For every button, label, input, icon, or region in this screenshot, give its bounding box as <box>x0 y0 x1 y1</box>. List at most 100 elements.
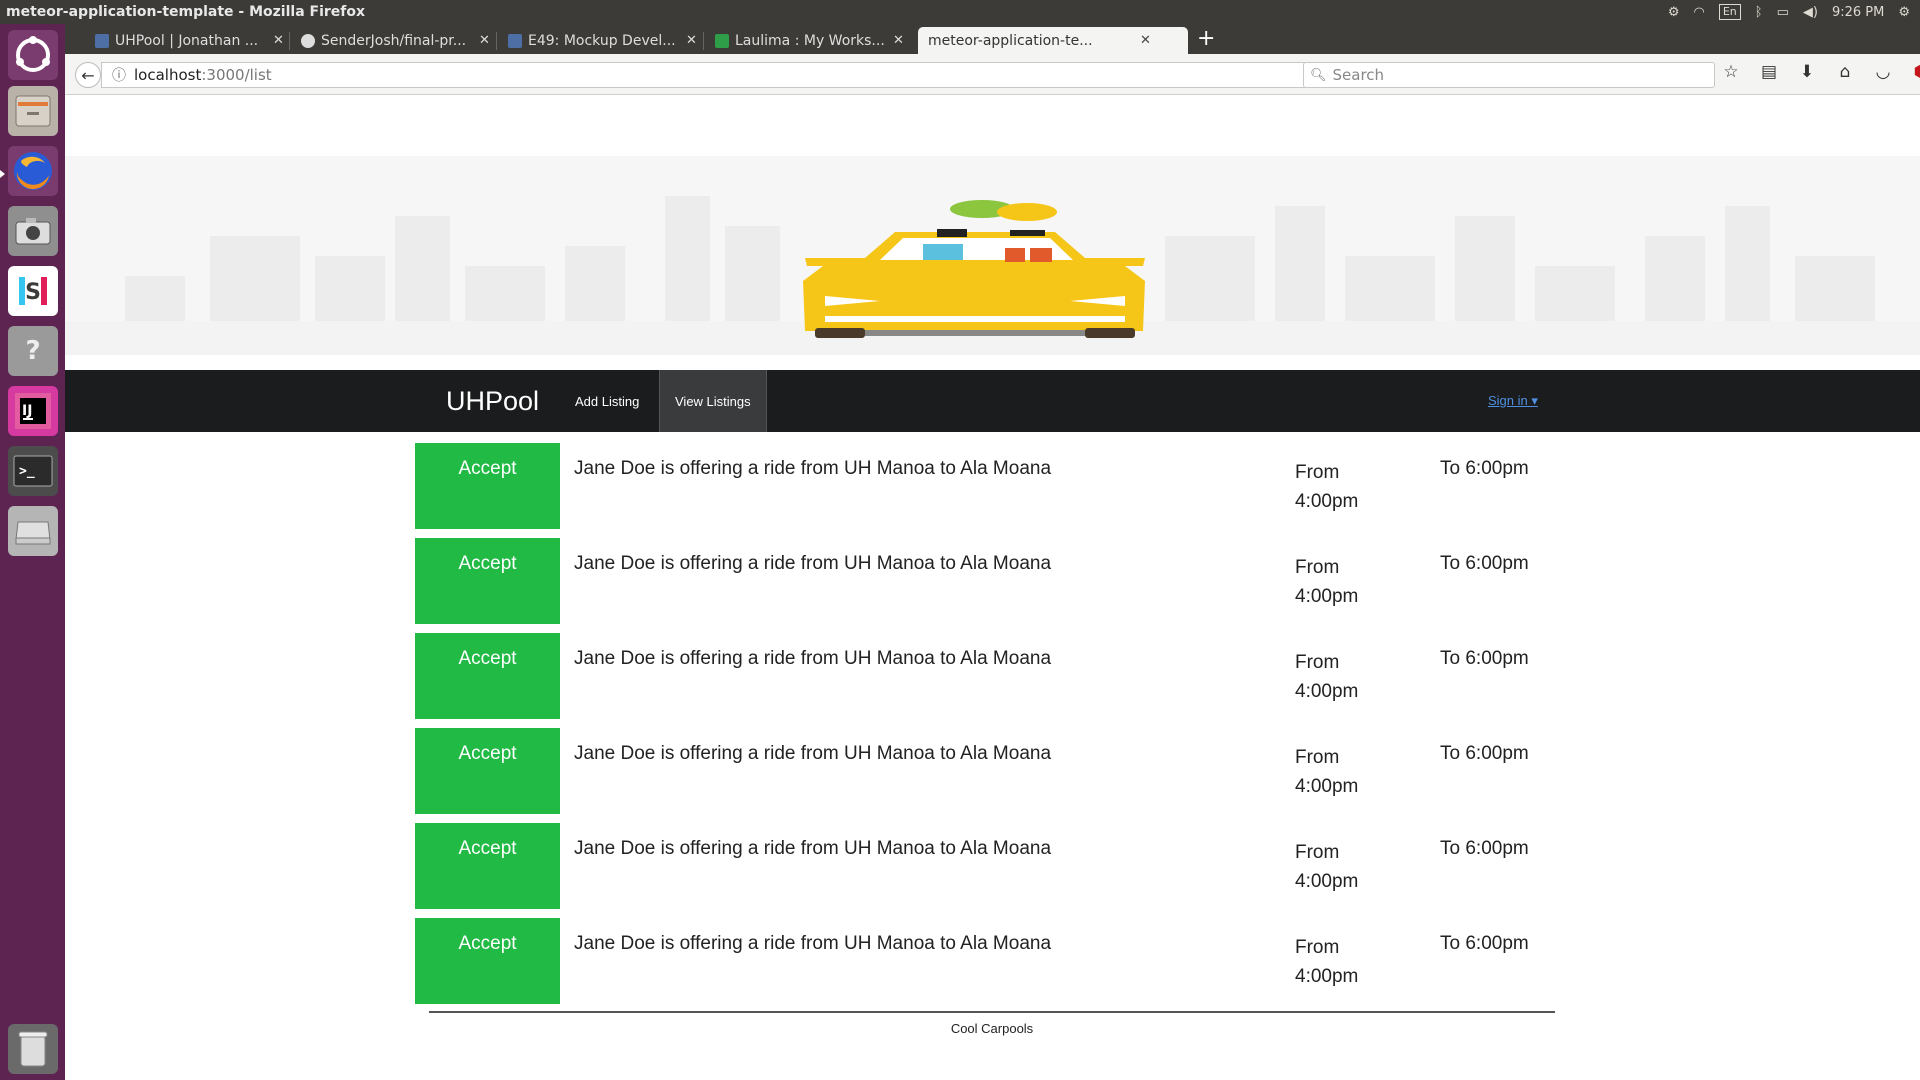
listing-from-time: From 4:00pm <box>1295 842 1359 892</box>
slack-icon[interactable]: S <box>8 266 58 316</box>
svg-text:IJ: IJ <box>22 403 32 419</box>
reading-list-icon[interactable]: ▤ <box>1758 62 1780 82</box>
pocket-icon[interactable]: ◡ <box>1872 62 1894 82</box>
firefox-icon[interactable] <box>8 146 58 196</box>
tab-label: SenderJosh/final-pr... <box>321 32 467 49</box>
listing-description: Jane Doe is offering a ride from UH Mano… <box>574 458 1052 479</box>
browser-toolbar-icons: ☆ ▤ ⬇ ⌂ ◡ ⬢ ☰ <box>1720 62 1920 82</box>
listing-description: Jane Doe is offering a ride from UH Mano… <box>574 933 1052 954</box>
tab-label: Laulima : My Works... <box>735 32 885 49</box>
close-icon[interactable]: ✕ <box>893 33 904 48</box>
footer-text: Cool Carpools <box>950 1021 1034 1036</box>
listing-row: Accept Jane Doe is offering a ride from … <box>415 443 1545 529</box>
info-icon[interactable]: ⓘ <box>112 65 126 85</box>
tab-label: meteor-application-te... <box>928 32 1093 49</box>
browser-tab-active[interactable]: meteor-application-te... ✕ <box>918 27 1188 54</box>
tab-label: UHPool | Jonathan ... <box>115 32 259 49</box>
address-bar[interactable]: ⓘ localhost:3000/list ↻ <box>101 62 1359 88</box>
help-icon[interactable]: ? <box>8 326 58 376</box>
listing-to-time: To 6:00pm <box>1440 838 1529 859</box>
accept-button[interactable]: Accept <box>415 633 560 719</box>
listing-row: Accept Jane Doe is offering a ride from … <box>415 728 1545 814</box>
close-icon[interactable]: ✕ <box>479 33 490 48</box>
svg-text:>_: >_ <box>19 464 35 479</box>
listing-from-time: From 4:00pm <box>1295 557 1359 607</box>
new-tab-plus-icon[interactable]: + <box>1197 26 1215 51</box>
download-icon[interactable]: ⬇ <box>1796 62 1818 82</box>
tab-separator <box>703 32 704 50</box>
listing-row: Accept Jane Doe is offering a ride from … <box>415 823 1545 909</box>
listing-to-time: To 6:00pm <box>1440 648 1529 669</box>
wifi-icon[interactable]: ◠ <box>1694 5 1705 20</box>
nav-add-listing[interactable]: Add Listing <box>575 370 639 432</box>
carpool-car-illustration <box>65 196 1920 355</box>
search-icon: 🔍︎ <box>1310 67 1327 83</box>
listing-description: Jane Doe is offering a ride from UH Mano… <box>574 743 1052 764</box>
tab-label: E49: Mockup Devel... <box>528 32 676 49</box>
camera-icon[interactable] <box>8 206 58 256</box>
sign-in-dropdown[interactable]: Sign in ▾ <box>1488 370 1538 432</box>
listing-row: Accept Jane Doe is offering a ride from … <box>415 918 1545 1004</box>
web-page: UHPool Add Listing View Listings Sign in… <box>65 95 1920 1080</box>
close-icon[interactable]: ✕ <box>273 33 284 48</box>
accept-button[interactable]: Accept <box>415 918 560 1004</box>
tab-separator <box>496 32 497 50</box>
trash-icon[interactable] <box>8 1024 58 1074</box>
ubuntu-logo-icon[interactable] <box>8 30 58 80</box>
laulima-icon <box>715 33 729 48</box>
accept-button[interactable]: Accept <box>415 823 560 909</box>
disk-icon[interactable] <box>8 506 58 556</box>
listing-row: Accept Jane Doe is offering a ride from … <box>415 633 1545 719</box>
browser-toolbar: ← ⓘ localhost:3000/list ↻ 🔍︎ Search ☆ ▤ … <box>65 54 1920 95</box>
bookmark-star-icon[interactable]: ☆ <box>1720 62 1742 82</box>
url-path: :3000/list <box>201 66 272 84</box>
nav-view-listings[interactable]: View Listings <box>659 370 767 432</box>
listing-from-time: From 4:00pm <box>1295 937 1359 987</box>
listing-from-time: From 4:00pm <box>1295 652 1359 702</box>
window-title: meteor-application-template - Mozilla Fi… <box>6 4 366 20</box>
browser-tab[interactable]: E49: Mockup Devel... ✕ <box>498 27 697 54</box>
bluetooth-icon[interactable]: ᛒ <box>1755 5 1763 20</box>
accept-button[interactable]: Accept <box>415 728 560 814</box>
home-icon[interactable]: ⌂ <box>1834 62 1856 82</box>
svg-text:S: S <box>25 280 41 305</box>
site-brand[interactable]: UHPool <box>446 370 539 432</box>
listing-from-time: From 4:00pm <box>1295 747 1359 797</box>
battery-icon[interactable]: ▭ <box>1777 5 1789 20</box>
terminal-icon[interactable]: >_ <box>8 446 58 496</box>
search-placeholder: Search <box>1332 66 1385 84</box>
listing-to-time: To 6:00pm <box>1440 743 1529 764</box>
site-navbar: UHPool Add Listing View Listings Sign in… <box>65 370 1920 432</box>
search-input[interactable]: 🔍︎ Search <box>1303 62 1715 88</box>
hero-banner <box>65 156 1920 355</box>
intellij-icon[interactable]: IJ <box>8 386 58 436</box>
system-tray: ⚙ ◠ En ᛒ ▭ ◀) 9:26 PM ⚙ <box>1668 0 1910 24</box>
close-icon[interactable]: ✕ <box>686 33 697 48</box>
ublock-icon[interactable]: ⬢ <box>1910 62 1920 82</box>
page-icon <box>95 33 109 48</box>
github-icon <box>301 33 315 48</box>
files-icon[interactable] <box>8 86 58 136</box>
accept-button[interactable]: Accept <box>415 443 560 529</box>
browser-tab[interactable]: UHPool | Jonathan ... ✕ <box>85 27 284 54</box>
back-arrow-icon[interactable]: ← <box>75 62 101 88</box>
app-launcher: S ? IJ >_ <box>0 24 65 1080</box>
footer-divider <box>429 1011 1555 1013</box>
clock[interactable]: 9:26 PM <box>1832 5 1884 20</box>
tab-separator <box>289 32 290 50</box>
browser-tab[interactable]: Laulima : My Works... ✕ <box>705 27 904 54</box>
volume-icon[interactable]: ◀) <box>1803 5 1818 20</box>
listing-description: Jane Doe is offering a ride from UH Mano… <box>574 553 1052 574</box>
accept-button[interactable]: Accept <box>415 538 560 624</box>
listing-row: Accept Jane Doe is offering a ride from … <box>415 538 1545 624</box>
power-gear-icon[interactable]: ⚙ <box>1898 5 1910 20</box>
listing-description: Jane Doe is offering a ride from UH Mano… <box>574 648 1052 669</box>
system-top-bar: meteor-application-template - Mozilla Fi… <box>0 0 1920 24</box>
listing-description: Jane Doe is offering a ride from UH Mano… <box>574 838 1052 859</box>
keyboard-layout-indicator[interactable]: En <box>1718 4 1741 20</box>
settings-gear-icon[interactable]: ⚙ <box>1668 5 1680 20</box>
close-icon[interactable]: ✕ <box>1140 33 1151 48</box>
url-host: localhost <box>134 66 202 84</box>
listing-from-time: From 4:00pm <box>1295 462 1359 512</box>
browser-tab[interactable]: SenderJosh/final-pr... ✕ <box>291 27 490 54</box>
